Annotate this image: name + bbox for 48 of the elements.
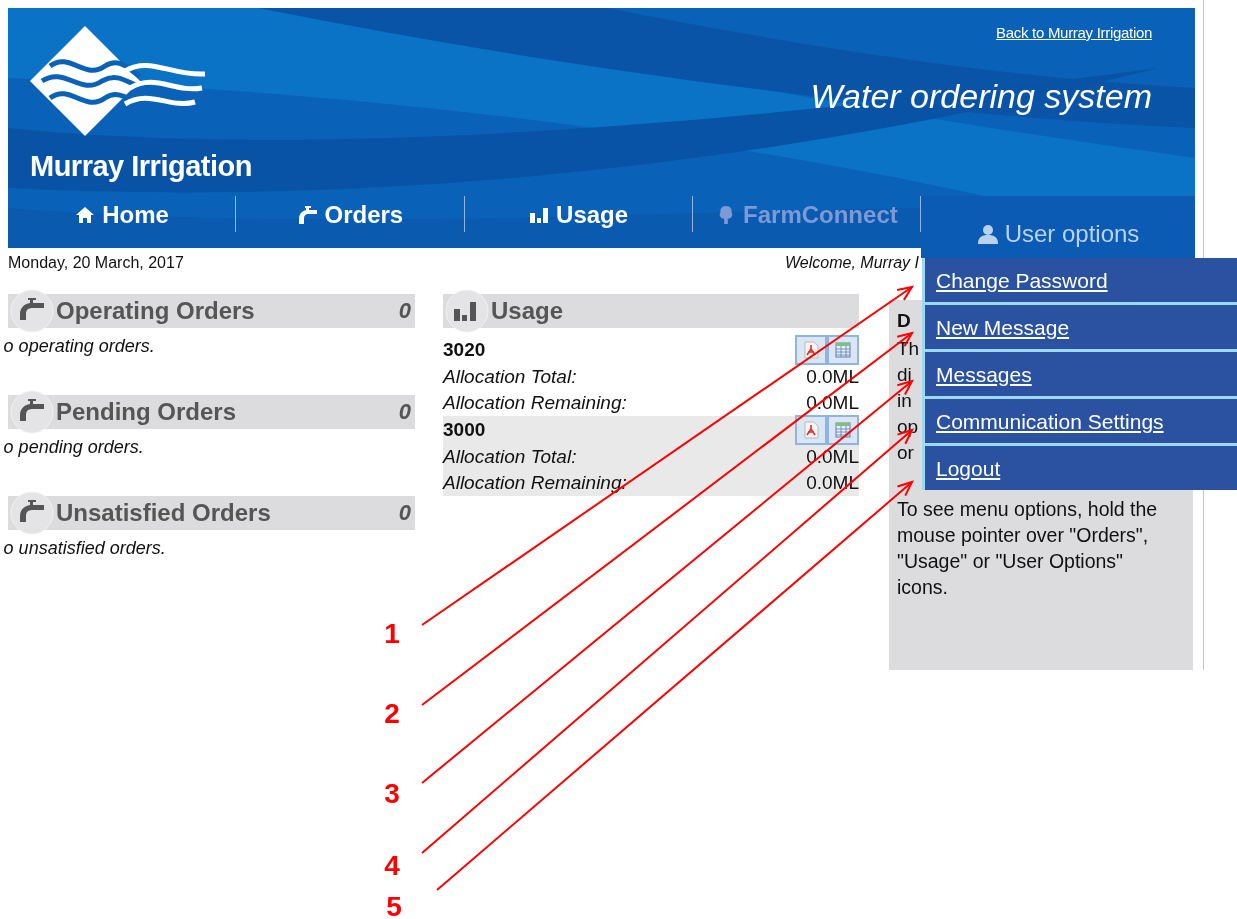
order-count: 0 [398, 298, 412, 324]
account-number: 3020 [443, 339, 486, 361]
section-title: Unsatisfied Orders [56, 499, 271, 527]
nav-tab[interactable]: Usage [464, 196, 692, 234]
menu-item[interactable]: Change Password [925, 258, 1237, 305]
pdf-icon[interactable] [795, 335, 827, 365]
account-number: 3000 [443, 419, 486, 441]
menu-item[interactable]: New Message [925, 305, 1237, 352]
tap-icon [296, 205, 319, 225]
user-icon [976, 224, 999, 244]
nav-tab[interactable]: Orders [236, 196, 464, 234]
allocation-label: Allocation Remaining: [443, 472, 627, 494]
panel-heading: D [897, 310, 911, 333]
spreadsheet-icon[interactable] [827, 415, 859, 445]
order-count: 0 [398, 399, 412, 425]
panel-text: or [897, 441, 914, 465]
menu-item[interactable]: Messages [925, 352, 1237, 399]
panel-paragraph: To see menu options, hold the mouse pointer over "Orders", "Usage" or "User Options" icons. [897, 497, 1159, 600]
callout-number: 4 [384, 850, 400, 881]
callout-number: 3 [384, 778, 400, 809]
panel-text: Th [897, 337, 920, 361]
nav-tab[interactable]: Home [8, 196, 236, 234]
date-text: Monday, 20 March, 2017 [8, 254, 184, 273]
menu-item[interactable]: Communication Settings [925, 399, 1237, 446]
section-title: Pending Orders [56, 398, 237, 426]
callout-number: 5 [386, 891, 402, 919]
allocation-label: Allocation Remaining: [443, 392, 627, 414]
section-title: Operating Orders [56, 297, 255, 325]
back-link[interactable]: Back to Murray Irrigation [996, 24, 1152, 41]
empty-message: o unsatisfied orders. [2, 538, 167, 559]
app-title: Water ordering system [810, 77, 1152, 116]
logo-text: Murray Irrigation [30, 150, 252, 183]
callout-number: 1 [384, 618, 400, 649]
bar-chart-icon [528, 205, 551, 225]
panel-text: di [897, 363, 912, 387]
allocation-label: Allocation Total: [443, 446, 577, 468]
pdf-icon[interactable] [795, 415, 827, 445]
section-title: Usage [491, 297, 564, 325]
allocation-label: Allocation Total: [443, 366, 577, 388]
nav-tab[interactable]: User options [921, 196, 1195, 258]
welcome-text: Welcome, Murray I [785, 254, 919, 273]
empty-message: o pending orders. [2, 437, 145, 458]
menu-item[interactable]: Logout [925, 446, 1237, 490]
order-count: 0 [398, 500, 412, 526]
panel-text: in [897, 389, 912, 413]
callout-number: 2 [384, 698, 400, 729]
empty-message: o operating orders. [2, 336, 156, 357]
spreadsheet-icon[interactable] [827, 335, 859, 365]
